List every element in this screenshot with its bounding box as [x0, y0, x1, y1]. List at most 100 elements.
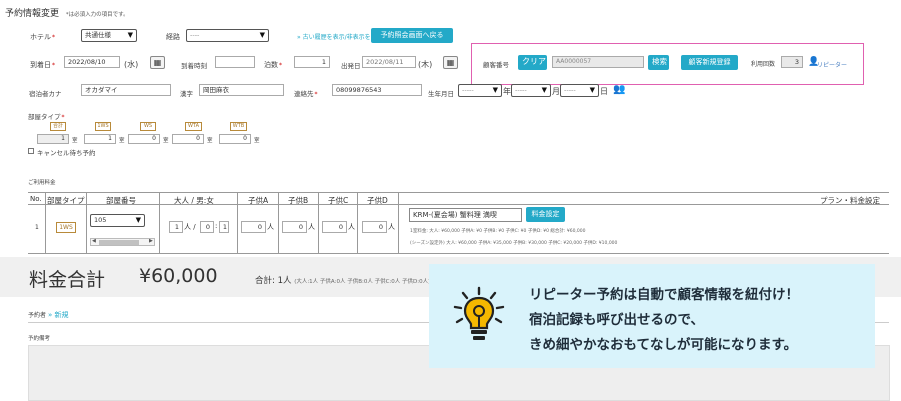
- checkout-date-input[interactable]: 2022/08/11: [362, 56, 416, 68]
- birth-day-select[interactable]: ----- ▼: [560, 84, 599, 97]
- plan-detail-line-1: 1室料金: 大人: ¥60,000 子供A: ¥0 子供B: ¥0 子供C: ¥…: [410, 229, 586, 234]
- hotel-label: ホテル*: [30, 33, 55, 41]
- room-unit: 室: [119, 138, 125, 144]
- adults-input[interactable]: 1: [169, 221, 183, 233]
- room-unit: 室: [163, 138, 169, 144]
- birth-month-select[interactable]: ----- ▼: [511, 84, 551, 97]
- back-to-search-button[interactable]: 予約照会画面へ戻る: [371, 28, 453, 43]
- cancel-wait-label: キャンセル待ち予約: [37, 149, 96, 157]
- history-toggle-link[interactable]: » 古い履歴を表示/非表示を開く: [297, 32, 383, 41]
- room-type-tag-ws: WS: [140, 122, 156, 131]
- scrollbar-thumb[interactable]: [99, 240, 139, 245]
- hotel-select[interactable]: 共通仕様 ▼: [81, 29, 137, 42]
- page-title: 予約情報変更 *は必須入力の項目です。: [5, 9, 129, 19]
- plan-detail-line-2: (シーズン設定外) 大人: ¥60,000 子供A: ¥35,000 子供B: …: [410, 241, 618, 246]
- table-border: [45, 192, 46, 253]
- customer-id-label: 顧客番号: [483, 61, 509, 69]
- table-border: [28, 204, 889, 205]
- booker-new-link[interactable]: » 新規: [48, 311, 69, 319]
- room-type-tag-wtb: WTB: [230, 122, 247, 131]
- adults-unit: 人 /: [184, 223, 196, 231]
- col-header-adults: 大人 / 男:女: [174, 196, 214, 205]
- scroll-right-icon[interactable]: ▶: [149, 238, 153, 244]
- room-type-tag-1ws: 1WS: [95, 122, 111, 131]
- clear-button[interactable]: クリア: [518, 55, 547, 70]
- scroll-left-icon[interactable]: ◀: [92, 238, 96, 244]
- room-type-tag-total: 合計: [50, 122, 66, 131]
- kana-input[interactable]: オカダマイ: [81, 84, 171, 96]
- table-border: [159, 192, 160, 253]
- col-header-room-no: 部屋番号: [106, 196, 136, 205]
- route-select[interactable]: ---- ▼: [186, 29, 269, 42]
- calendar-icon[interactable]: ▦: [443, 56, 458, 69]
- contact-input[interactable]: 08099876543: [332, 84, 422, 96]
- chevron-down-icon: ▼: [589, 86, 595, 94]
- checkin-date-input[interactable]: 2022/08/10: [64, 56, 120, 68]
- chevron-down-icon: ▼: [492, 86, 498, 94]
- arrival-time-input[interactable]: [215, 56, 255, 68]
- chevron-down-icon: ▼: [541, 86, 547, 94]
- table-border: [86, 192, 87, 253]
- child-d-unit: 人: [388, 223, 395, 231]
- room-unit: 室: [72, 138, 78, 144]
- total-summary: 合計: 1人 (大人:1人 子供A:0人 子供B:0人 子供C:0人 子供D:0…: [255, 276, 431, 286]
- calendar-icon[interactable]: ▦: [150, 56, 165, 69]
- total-amount: ¥60,000: [139, 265, 218, 287]
- add-user-icon[interactable]: 👥: [613, 84, 625, 95]
- room-number-select[interactable]: 105 ▼: [90, 214, 145, 227]
- col-header-child-b: 子供B: [288, 196, 309, 205]
- child-c-input[interactable]: 0: [322, 221, 347, 233]
- child-b-input[interactable]: 0: [282, 221, 307, 233]
- kanji-input[interactable]: 岡田麻衣: [199, 84, 284, 96]
- child-d-input[interactable]: 0: [362, 221, 387, 233]
- route-label: 経路: [166, 33, 180, 41]
- visits-count: 3: [781, 56, 803, 68]
- birth-year-select[interactable]: ----- ▼: [458, 84, 502, 97]
- customer-id-input[interactable]: AA0000057: [552, 56, 644, 68]
- required-note: *は必須入力の項目です。: [65, 12, 129, 18]
- cancel-wait-checkbox[interactable]: [28, 148, 34, 154]
- child-a-input[interactable]: 0: [241, 221, 266, 233]
- room-type-tag-wta: WTA: [185, 122, 202, 131]
- table-border: [28, 253, 889, 254]
- year-suffix: 年: [503, 87, 511, 96]
- chevron-down-icon: ▼: [135, 216, 141, 224]
- table-border: [318, 192, 319, 253]
- callout-line-2: 宿泊記録も呼び出せるので、: [529, 312, 704, 328]
- table-border: [278, 192, 279, 253]
- lightbulb-icon: [452, 286, 506, 346]
- row-room-type-tag: 1WS: [56, 222, 76, 233]
- checkin-label: 到着日*: [30, 61, 55, 69]
- plan-settings-button[interactable]: 料金設定: [526, 207, 565, 222]
- register-customer-button[interactable]: 顧客新規登録: [681, 55, 738, 70]
- col-header-room-type: 部屋タイプ: [47, 196, 85, 205]
- table-border: [237, 192, 238, 253]
- room-count-ws[interactable]: 0: [128, 134, 160, 144]
- col-header-child-d: 子供D: [367, 196, 388, 205]
- kanji-label: 漢字: [180, 90, 193, 98]
- room-count-wtb[interactable]: 0: [219, 134, 251, 144]
- contact-label: 連絡先*: [294, 90, 318, 98]
- visits-label: 利用回数: [751, 61, 776, 68]
- male-input[interactable]: 0: [200, 221, 214, 233]
- room-count-wta[interactable]: 0: [172, 134, 204, 144]
- table-border: [357, 192, 358, 253]
- horizontal-scrollbar[interactable]: ◀ ▶: [90, 238, 155, 246]
- room-count-total: 1: [37, 134, 69, 144]
- chevron-down-icon: ▼: [127, 31, 133, 39]
- female-input[interactable]: 1: [219, 221, 229, 233]
- callout-line-3: きめ細やかなおもてなしが可能になります。: [529, 337, 798, 353]
- room-unit: 室: [254, 138, 260, 144]
- room-count-1ws[interactable]: 1: [84, 134, 116, 144]
- repeater-link[interactable]: リピーター: [817, 60, 847, 69]
- search-button[interactable]: 検索: [648, 55, 669, 70]
- arrival-time-label: 到着時刻: [181, 62, 207, 70]
- booker-label: 予約者 » 新規: [28, 311, 69, 319]
- nights-input[interactable]: 1: [294, 56, 330, 68]
- col-header-no: No.: [30, 195, 42, 203]
- col-header-child-a: 子供A: [248, 196, 269, 205]
- plan-name-field[interactable]: KRM-(夏会場) 蟹料理 満喫: [409, 208, 522, 222]
- table-border: [28, 192, 889, 193]
- checkin-dow: (水): [124, 60, 139, 69]
- child-c-unit: 人: [348, 223, 355, 231]
